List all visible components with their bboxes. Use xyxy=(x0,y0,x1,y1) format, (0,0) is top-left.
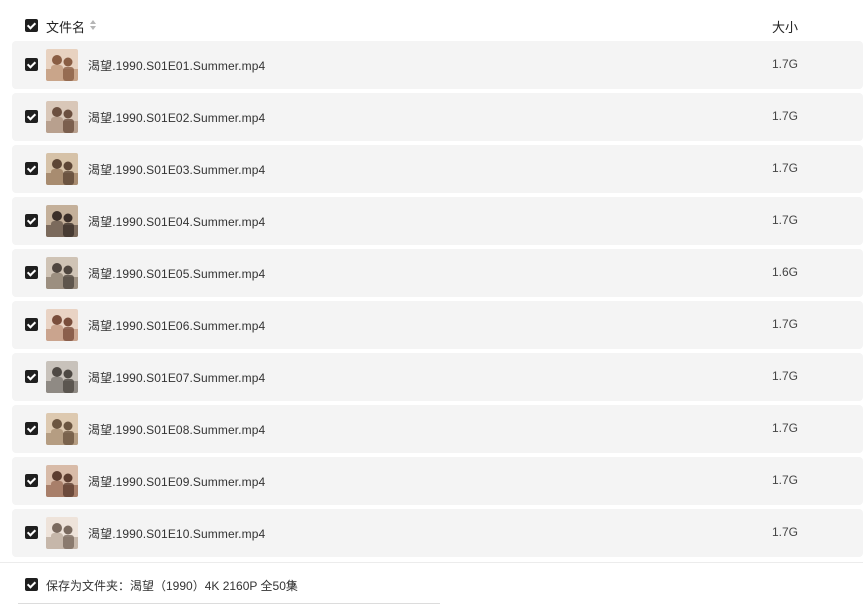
file-checkbox[interactable] xyxy=(25,422,38,435)
file-size: 1.7G xyxy=(772,161,799,175)
file-name: 渴望.1990.S01E04.Summer.mp4 xyxy=(88,215,266,229)
video-thumbnail xyxy=(46,361,78,393)
file-checkbox[interactable] xyxy=(25,214,38,227)
file-checkbox[interactable] xyxy=(25,266,38,279)
file-size: 1.7G xyxy=(772,57,799,71)
file-checkbox[interactable] xyxy=(25,474,38,487)
file-row[interactable]: 渴望.1990.S01E08.Summer.mp4 1.7G xyxy=(12,405,863,453)
video-thumbnail xyxy=(46,413,78,445)
file-row[interactable]: 渴望.1990.S01E07.Summer.mp4 1.7G xyxy=(12,353,863,401)
file-checkbox[interactable] xyxy=(25,162,38,175)
video-thumbnail xyxy=(46,101,78,133)
file-name: 渴望.1990.S01E02.Summer.mp4 xyxy=(88,111,266,125)
file-row[interactable]: 渴望.1990.S01E09.Summer.mp4 1.7G xyxy=(12,457,863,505)
file-size: 1.7G xyxy=(772,369,799,383)
save-as-folder-checkbox[interactable] xyxy=(25,578,38,591)
sort-icon[interactable] xyxy=(89,18,97,32)
file-name: 渴望.1990.S01E06.Summer.mp4 xyxy=(88,319,266,333)
file-checkbox[interactable] xyxy=(25,370,38,383)
file-row[interactable]: 渴望.1990.S01E05.Summer.mp4 1.6G xyxy=(12,249,863,297)
file-size: 1.6G xyxy=(772,265,799,279)
file-row[interactable]: 渴望.1990.S01E02.Summer.mp4 1.7G xyxy=(12,93,863,141)
file-checkbox[interactable] xyxy=(25,110,38,123)
file-name: 渴望.1990.S01E09.Summer.mp4 xyxy=(88,475,266,489)
chevron-right-icon[interactable]: › xyxy=(292,577,296,591)
file-row[interactable]: 渴望.1990.S01E06.Summer.mp4 1.7G xyxy=(12,301,863,349)
video-thumbnail xyxy=(46,465,78,497)
file-row[interactable]: 渴望.1990.S01E10.Summer.mp4 1.7G xyxy=(12,509,863,557)
video-thumbnail xyxy=(46,205,78,237)
file-row[interactable]: 渴望.1990.S01E03.Summer.mp4 1.7G xyxy=(12,145,863,193)
file-name: 渴望.1990.S01E05.Summer.mp4 xyxy=(88,267,266,281)
column-header-name[interactable]: 文件名 xyxy=(46,17,85,36)
video-thumbnail xyxy=(46,309,78,341)
file-name: 渴望.1990.S01E03.Summer.mp4 xyxy=(88,163,266,177)
file-row[interactable]: 渴望.1990.S01E01.Summer.mp4 1.7G xyxy=(12,41,863,89)
file-name: 渴望.1990.S01E07.Summer.mp4 xyxy=(88,371,266,385)
file-name: 渴望.1990.S01E08.Summer.mp4 xyxy=(88,423,266,437)
file-size: 1.7G xyxy=(772,109,799,123)
save-as-folder-label[interactable]: 保存为文件夹：渴望（1990）4K 2160P 全50集 xyxy=(46,577,298,594)
file-checkbox[interactable] xyxy=(25,526,38,539)
video-thumbnail xyxy=(46,49,78,81)
column-header-size: 大小 xyxy=(772,20,799,35)
file-size: 1.7G xyxy=(772,473,799,487)
video-thumbnail xyxy=(46,153,78,185)
file-name: 渴望.1990.S01E01.Summer.mp4 xyxy=(88,59,266,73)
list-header: 文件名 大小 xyxy=(0,0,863,42)
file-checkbox[interactable] xyxy=(25,58,38,71)
file-size: 1.7G xyxy=(772,317,799,331)
file-size: 1.7G xyxy=(772,421,799,435)
file-size: 1.7G xyxy=(772,525,799,539)
video-thumbnail xyxy=(46,257,78,289)
video-thumbnail xyxy=(46,517,78,549)
file-name: 渴望.1990.S01E10.Summer.mp4 xyxy=(88,527,266,541)
select-all-checkbox[interactable] xyxy=(25,19,38,32)
divider xyxy=(18,603,440,604)
file-checkbox[interactable] xyxy=(25,318,38,331)
file-row[interactable]: 渴望.1990.S01E04.Summer.mp4 1.7G xyxy=(12,197,863,245)
divider xyxy=(0,562,863,563)
file-size: 1.7G xyxy=(772,213,799,227)
